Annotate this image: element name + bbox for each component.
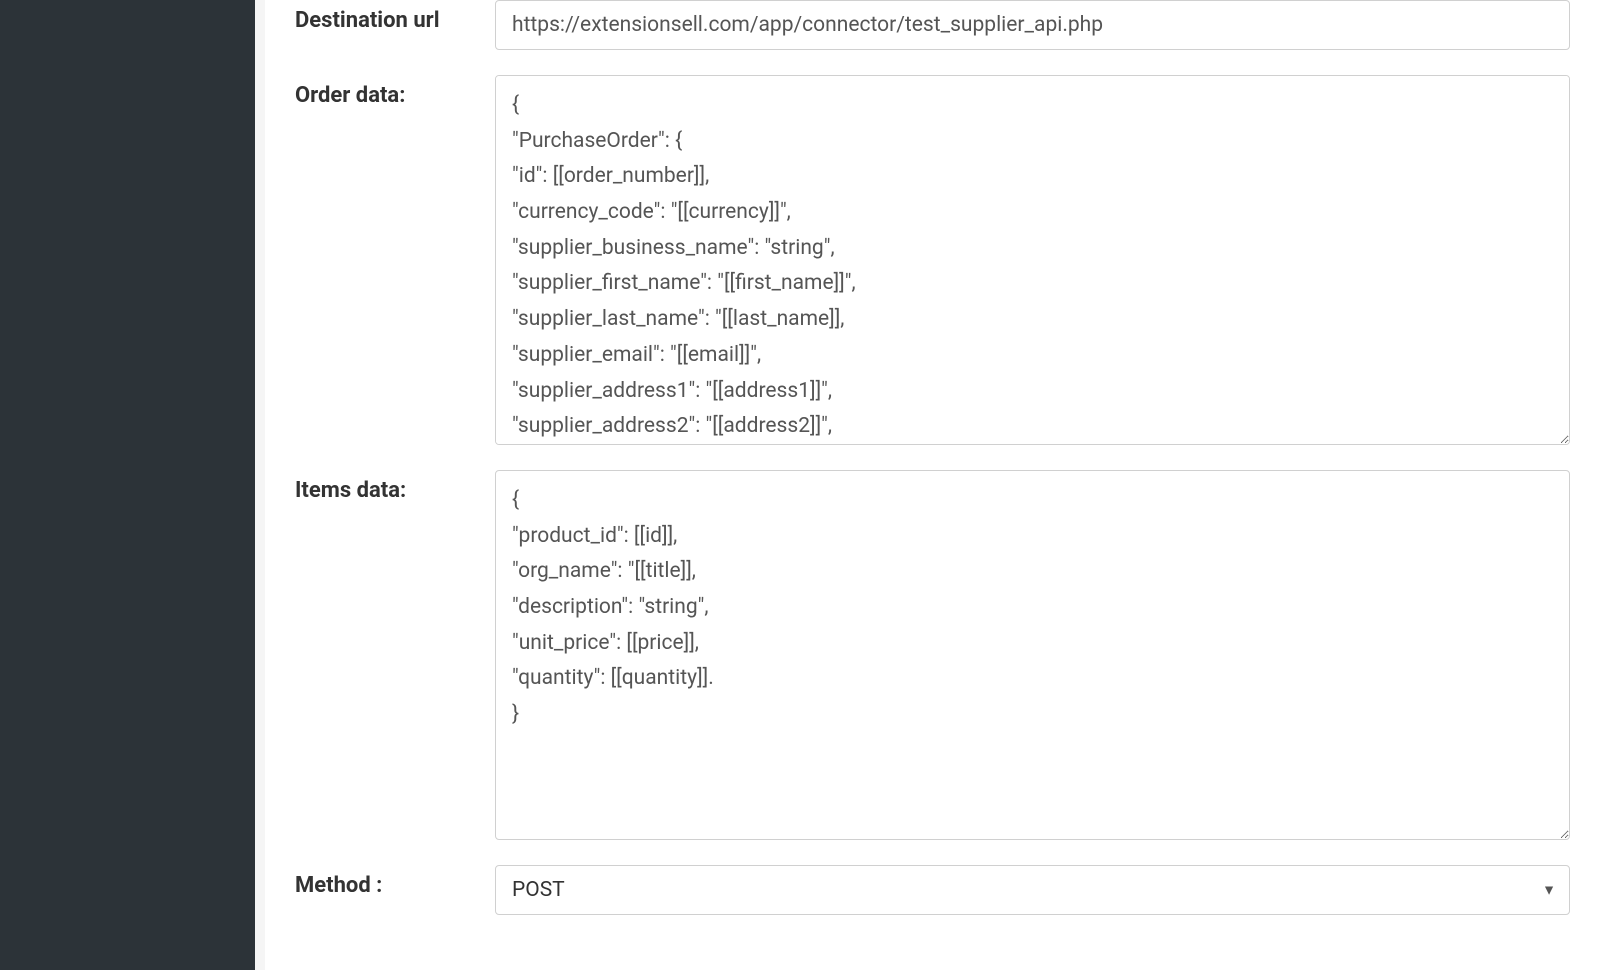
method-row: Method : POST ▼ — [295, 865, 1570, 915]
order-data-label: Order data: — [295, 75, 495, 108]
destination-url-input[interactable] — [495, 0, 1570, 50]
method-select-wrapper: POST ▼ — [495, 865, 1570, 915]
destination-url-row: Destination url — [295, 0, 1570, 50]
destination-url-label: Destination url — [295, 0, 495, 33]
content-area: Destination url Order data: { "PurchaseO… — [255, 0, 1600, 970]
items-data-textarea[interactable]: { "product_id": [[id]], "org_name": "[[t… — [495, 470, 1570, 840]
order-data-row: Order data: { "PurchaseOrder": { "id": [… — [295, 75, 1570, 445]
items-data-row: Items data: { "product_id": [[id]], "org… — [295, 470, 1570, 840]
form-container: Destination url Order data: { "PurchaseO… — [265, 0, 1600, 970]
method-select[interactable]: POST — [495, 865, 1570, 915]
items-data-label: Items data: — [295, 470, 495, 503]
sidebar — [0, 0, 255, 970]
order-data-textarea[interactable]: { "PurchaseOrder": { "id": [[order_numbe… — [495, 75, 1570, 445]
method-label: Method : — [295, 865, 495, 898]
